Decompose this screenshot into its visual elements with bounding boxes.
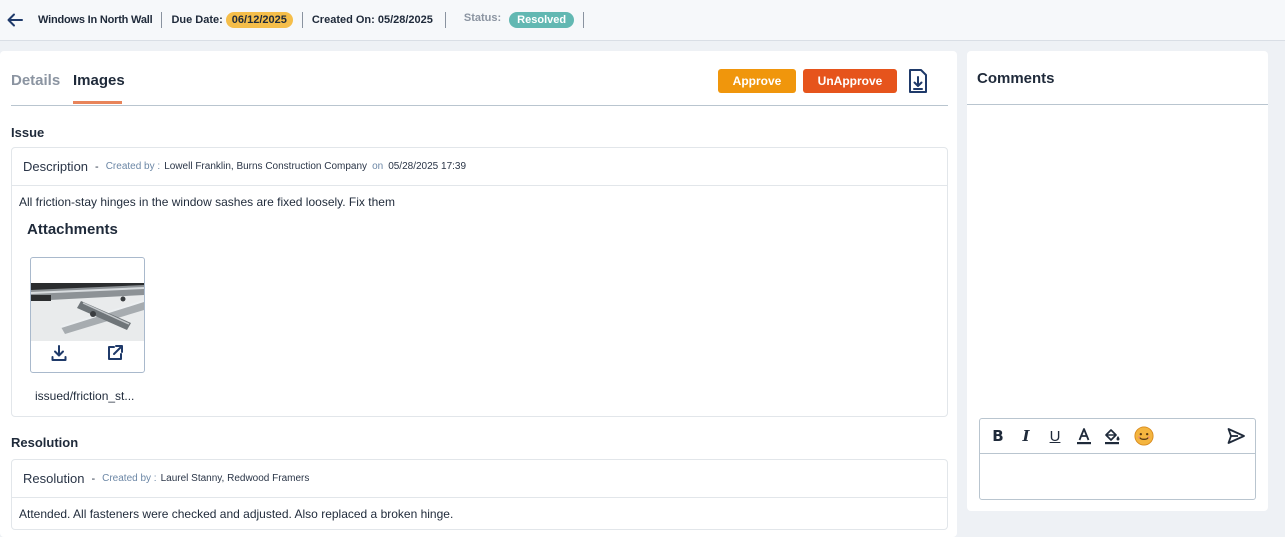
created-by-label: Created by : xyxy=(105,161,161,172)
active-tab-indicator xyxy=(73,101,122,104)
issue-section-title: Issue xyxy=(11,125,45,140)
created-on-value: 05/28/2025 xyxy=(377,14,433,26)
resolution-text: Attended. All fasteners were checked and… xyxy=(19,507,454,521)
attachment-thumbnail[interactable] xyxy=(30,257,145,373)
created-at-value: 05/28/2025 17:39 xyxy=(388,161,467,172)
created-by-value: Laurel Stanny, Redwood Framers xyxy=(160,473,310,484)
resolution-heading: Resolution xyxy=(23,471,85,486)
hinge-photo xyxy=(31,283,144,341)
status-badge: Resolved xyxy=(509,12,575,28)
tab-details[interactable]: Details xyxy=(11,72,60,89)
top-header: Windows In North Wall Due Date: 06/12/20… xyxy=(0,0,1285,41)
editor-toolbar: B I U xyxy=(980,419,1255,454)
font-color-icon[interactable] xyxy=(1074,426,1094,446)
open-external-icon[interactable] xyxy=(105,343,125,363)
divider xyxy=(161,12,163,28)
status-label: Status: xyxy=(463,12,502,24)
issue-card-header: Description - Created by : Lowell Frankl… xyxy=(12,148,947,186)
main-panel: Details Images Approve UnApprove Issue D… xyxy=(0,51,957,537)
back-arrow-icon[interactable] xyxy=(5,10,25,30)
page-title: Windows In North Wall xyxy=(38,14,153,26)
on-label: on xyxy=(372,161,384,172)
underline-icon[interactable]: U xyxy=(1045,426,1065,446)
created-by-label: Created by : xyxy=(102,473,157,484)
created-by-value: Lowell Franklin, Burns Construction Comp… xyxy=(164,161,368,172)
divider xyxy=(583,12,585,28)
comment-input[interactable] xyxy=(980,455,1255,499)
send-icon[interactable] xyxy=(1226,426,1246,446)
tab-images[interactable]: Images xyxy=(73,72,125,89)
attachments-title: Attachments xyxy=(27,221,118,238)
divider xyxy=(301,12,303,28)
unapprove-button[interactable]: UnApprove xyxy=(803,69,897,93)
separator-dash: - xyxy=(95,160,99,173)
comments-title: Comments xyxy=(977,70,1055,87)
attachment-filename[interactable]: issued/friction_st... xyxy=(35,389,134,403)
issue-card: Description - Created by : Lowell Frankl… xyxy=(11,147,948,417)
fill-color-icon[interactable] xyxy=(1102,426,1122,446)
due-date-label: Due Date: xyxy=(171,14,223,26)
resolution-card-header: Resolution - Created by : Laurel Stanny,… xyxy=(12,460,947,498)
divider xyxy=(967,104,1268,105)
comment-editor: B I U xyxy=(979,418,1256,500)
separator-dash: - xyxy=(91,472,96,485)
due-date-badge: 06/12/2025 xyxy=(225,12,293,28)
tab-bar: Details Images Approve UnApprove xyxy=(11,51,948,106)
download-icon[interactable] xyxy=(49,343,69,363)
issue-description: All friction-stay hinges in the window s… xyxy=(19,195,395,209)
divider xyxy=(444,12,446,28)
comments-panel: Comments B I U xyxy=(967,51,1268,511)
approve-button[interactable]: Approve xyxy=(718,69,796,93)
italic-icon[interactable]: I xyxy=(1016,426,1036,446)
file-download-icon[interactable] xyxy=(906,68,930,94)
issue-heading: Description xyxy=(23,159,89,174)
created-on-label: Created On: xyxy=(311,14,375,26)
bold-icon[interactable]: B xyxy=(988,426,1008,446)
resolution-section-title: Resolution xyxy=(11,435,79,450)
resolution-card: Resolution - Created by : Laurel Stanny,… xyxy=(11,459,948,530)
emoji-icon[interactable] xyxy=(1134,426,1154,446)
